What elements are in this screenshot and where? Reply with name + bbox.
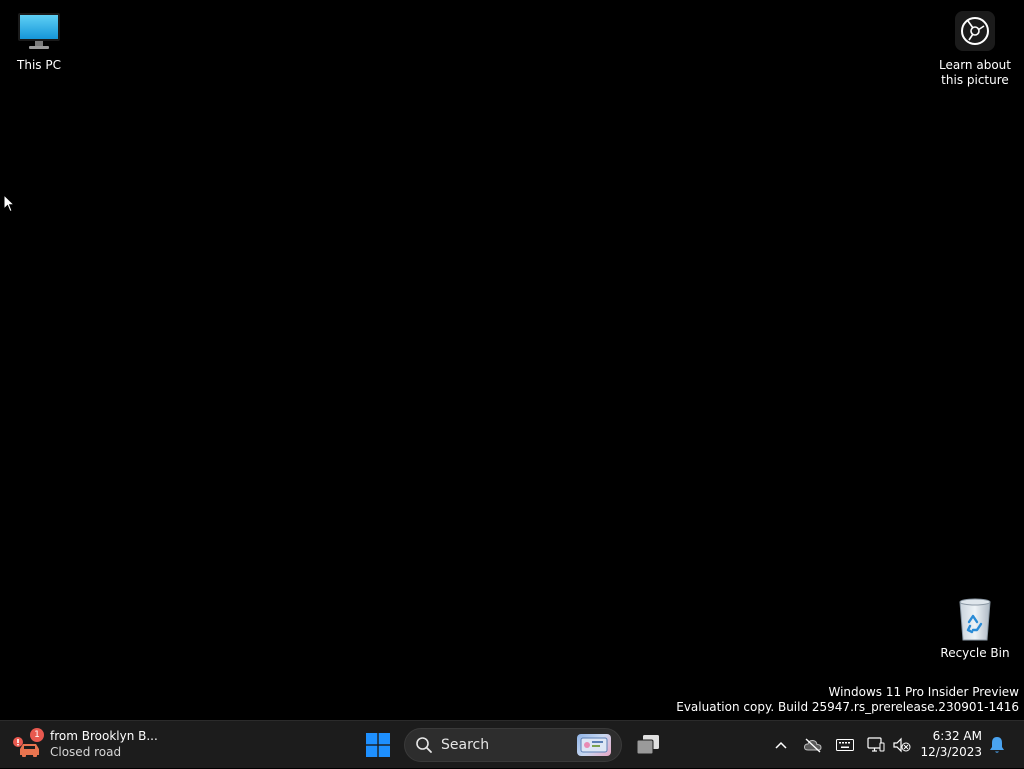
- search-highlight-icon: [580, 737, 608, 753]
- recycle-bin-label: Recycle Bin: [940, 646, 1010, 660]
- task-view-button[interactable]: [628, 725, 668, 765]
- desktop: This PC Learn about this picture Recycle…: [0, 0, 1024, 720]
- volume-tray-button[interactable]: [891, 721, 913, 769]
- taskbar-search-box[interactable]: Search: [404, 728, 622, 762]
- evaluation-watermark: Windows 11 Pro Insider Preview Evaluatio…: [676, 685, 1019, 715]
- search-icon: [416, 737, 432, 753]
- notifications-button[interactable]: [986, 721, 1008, 769]
- learn-about-picture-desktop-icon[interactable]: Learn about this picture: [936, 8, 1014, 88]
- recycle-bin-icon: [951, 596, 999, 642]
- network-tray-button[interactable]: [865, 721, 887, 769]
- onedrive-tray-button[interactable]: [801, 721, 825, 769]
- watermark-line-1: Windows 11 Pro Insider Preview: [828, 685, 1019, 699]
- onedrive-offline-icon: [803, 738, 822, 753]
- chevron-up-icon: [775, 741, 787, 749]
- recycle-bin-desktop-icon[interactable]: Recycle Bin: [936, 596, 1014, 661]
- this-pc-label: This PC: [17, 58, 61, 72]
- search-highlight-image[interactable]: [577, 734, 611, 756]
- clock-date: 12/3/2023: [920, 745, 982, 759]
- windows-start-icon: [366, 733, 390, 757]
- learn-about-picture-label: Learn about this picture: [939, 58, 1011, 87]
- task-view-icon: [636, 735, 659, 755]
- search-label: Search: [441, 737, 490, 753]
- taskbar: 1 from Brooklyn B... Closed road Search: [0, 720, 1024, 768]
- news-subtitle: Closed road: [50, 745, 122, 759]
- news-title: from Brooklyn B...: [50, 729, 158, 743]
- mouse-pointer-icon: [3, 193, 16, 217]
- show-hidden-icons-button[interactable]: [770, 721, 792, 769]
- news-widget-text: from Brooklyn B... Closed road: [50, 728, 158, 760]
- camera-info-icon: [951, 8, 999, 54]
- traffic-alert-icon: 1: [12, 728, 44, 759]
- monitor-icon: [15, 8, 63, 54]
- notification-count-badge: 1: [30, 728, 44, 742]
- clock-time: 6:32 AM: [932, 729, 982, 743]
- start-button[interactable]: [358, 725, 398, 765]
- news-widget-button[interactable]: 1 from Brooklyn B... Closed road: [12, 724, 162, 764]
- keyboard-tray-button[interactable]: [834, 721, 856, 769]
- this-pc-desktop-icon[interactable]: This PC: [0, 8, 78, 73]
- keyboard-icon: [836, 739, 854, 751]
- clock-button[interactable]: 6:32 AM 12/3/2023: [918, 728, 982, 760]
- notification-bell-icon: [990, 737, 1004, 753]
- volume-muted-icon: [893, 737, 911, 753]
- network-icon: [867, 737, 885, 752]
- watermark-line-2: Evaluation copy. Build 25947.rs_prerelea…: [676, 700, 1019, 714]
